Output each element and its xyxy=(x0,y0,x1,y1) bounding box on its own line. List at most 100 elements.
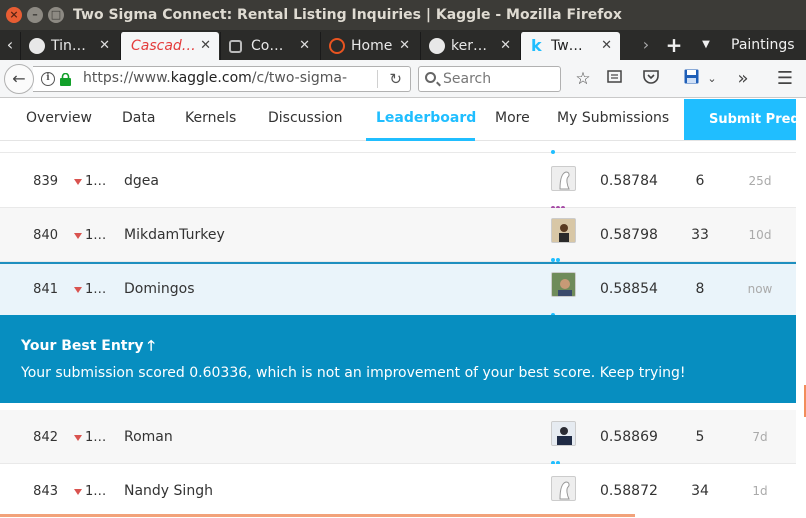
avatar[interactable] xyxy=(551,272,576,297)
bookmark-star-icon[interactable]: ☆ xyxy=(572,69,594,89)
last-submission: 10d xyxy=(748,228,772,242)
window-titlebar: × – □ Two Sigma Connect: Rental Listing … xyxy=(0,0,806,30)
last-submission: now xyxy=(747,282,773,296)
team-name[interactable]: Domingos xyxy=(124,281,195,297)
tab-kernels[interactable]: Kernels xyxy=(185,110,236,126)
rank: 839 xyxy=(33,174,58,189)
url-text[interactable]: https://www.kaggle.com/c/two-sigma- xyxy=(83,70,347,86)
tab-close-icon[interactable]: ✕ xyxy=(601,32,612,60)
entries: 6 xyxy=(695,173,705,189)
navigation-bar: i https://www.kaggle.com/c/two-sigma- ↻ … xyxy=(0,60,806,98)
tier-dots xyxy=(551,450,571,465)
avatar[interactable] xyxy=(551,421,576,446)
tab-home[interactable]: Home ✕ xyxy=(320,32,418,60)
table-row[interactable]: 842 1… Roman 0.58869 5 7d xyxy=(0,410,796,465)
info-icon[interactable]: i xyxy=(41,72,55,86)
hamburger-menu-icon[interactable]: ☰ xyxy=(774,69,796,89)
rank-change: 1… xyxy=(74,484,106,499)
active-tab-underline xyxy=(366,138,475,141)
score: 0.58798 xyxy=(600,227,658,243)
tab-close-icon[interactable]: ✕ xyxy=(200,32,211,60)
table-row[interactable]: 839 1… dgea 0.58784 6 25d xyxy=(0,154,796,210)
team-name[interactable]: MikdamTurkey xyxy=(124,227,225,243)
save-page-icon[interactable] xyxy=(680,69,702,89)
tabs-scroll-right-icon[interactable]: › xyxy=(636,30,656,60)
kaggle-icon: k xyxy=(531,36,542,55)
my-table-row[interactable]: 841 1… Domingos 0.58854 8 now xyxy=(0,262,796,317)
gear-icon xyxy=(229,40,242,53)
ubuntu-icon xyxy=(329,38,345,54)
bookmark-paintings[interactable]: Paintings xyxy=(731,30,795,60)
tab-ker[interactable]: ker… ✕ xyxy=(420,32,519,60)
window-minimize-button[interactable]: – xyxy=(27,7,43,23)
tab-my-submissions[interactable]: My Submissions xyxy=(557,110,669,126)
rank-down-icon xyxy=(74,286,82,293)
best-entry-title[interactable]: Your Best Entry 🡑 xyxy=(21,335,155,359)
new-tab-button[interactable]: + xyxy=(663,30,685,60)
search-icon xyxy=(425,72,436,83)
avatar[interactable] xyxy=(551,166,576,191)
back-button[interactable]: ← xyxy=(4,64,34,94)
team-name[interactable]: Nandy Singh xyxy=(124,483,213,499)
tab-overview[interactable]: Overview xyxy=(26,110,92,126)
team-name[interactable]: Roman xyxy=(124,429,173,445)
reload-icon[interactable]: ↻ xyxy=(389,70,402,88)
tab-bar: ‹ Tin… ✕ Cascad… ✕ Co… ✕ Home ✕ ker… ✕ k… xyxy=(0,30,806,60)
github-icon xyxy=(429,38,445,54)
tier-dots xyxy=(551,195,571,210)
search-input[interactable]: Search xyxy=(418,66,561,92)
rank: 841 xyxy=(33,282,58,297)
rank-down-icon xyxy=(74,434,82,441)
avatar[interactable] xyxy=(551,476,576,501)
table-row[interactable]: 843 1… Nandy Singh 0.58872 34 1d xyxy=(0,464,796,512)
tab-close-icon[interactable]: ✕ xyxy=(99,32,110,60)
overflow-menu-icon[interactable]: » xyxy=(733,69,753,89)
last-submission: 1d xyxy=(752,484,768,498)
save-menu-chevron-down-icon[interactable]: ⌄ xyxy=(704,69,720,89)
score: 0.58872 xyxy=(600,483,658,499)
rank-down-icon xyxy=(74,178,82,185)
tab-close-icon[interactable]: ✕ xyxy=(299,32,310,60)
tabs-scroll-left-icon[interactable]: ‹ xyxy=(0,30,20,60)
tab-close-icon[interactable]: ✕ xyxy=(399,32,410,60)
score: 0.58784 xyxy=(600,173,658,189)
score: 0.58869 xyxy=(600,429,658,445)
submit-predictions-button[interactable]: Submit Predictions xyxy=(684,99,806,140)
avatar[interactable] xyxy=(551,218,576,243)
rank: 842 xyxy=(33,430,58,445)
tab-discussion[interactable]: Discussion xyxy=(268,110,342,126)
rank-down-icon xyxy=(74,232,82,239)
rank-change: 1… xyxy=(74,228,106,243)
tier-dots xyxy=(551,302,571,317)
table-row[interactable] xyxy=(0,142,796,154)
arrow-up-icon: 🡑 xyxy=(147,338,155,354)
best-entry-banner: Your Best Entry 🡑 Your submission scored … xyxy=(0,315,796,403)
rank-change: 1… xyxy=(74,430,106,445)
tab-data[interactable]: Data xyxy=(122,110,155,126)
best-entry-message: Your submission scored 0.60336, which is… xyxy=(21,365,686,381)
window-maximize-button[interactable]: □ xyxy=(48,7,64,23)
tab-tin[interactable]: Tin… ✕ xyxy=(20,32,118,60)
page-load-progress xyxy=(0,514,635,517)
pocket-icon[interactable] xyxy=(640,69,662,89)
lock-icon xyxy=(60,73,71,86)
window-close-button[interactable]: × xyxy=(6,7,22,23)
page-scrollbar[interactable] xyxy=(796,99,806,518)
tab-close-icon[interactable]: ✕ xyxy=(500,32,511,60)
url-bar[interactable]: i https://www.kaggle.com/c/two-sigma- ↻ xyxy=(33,66,411,92)
rank: 843 xyxy=(33,484,58,499)
leaderboard-table: 839 1… dgea 0.58784 6 25d 840 1… MikdamT… xyxy=(0,142,796,512)
window-title: Two Sigma Connect: Rental Listing Inquir… xyxy=(73,7,622,23)
tab-two-sigma[interactable]: k Tw… ✕ xyxy=(520,32,620,60)
table-row[interactable]: 840 1… MikdamTurkey 0.58798 33 10d xyxy=(0,208,796,262)
tab-cascade[interactable]: Cascad… ✕ xyxy=(120,32,219,60)
rank-change: 1… xyxy=(74,174,106,189)
entries: 34 xyxy=(691,483,709,499)
team-name[interactable]: dgea xyxy=(124,173,159,189)
rank-change: 1… xyxy=(74,282,106,297)
tab-co[interactable]: Co… ✕ xyxy=(220,32,318,60)
tab-more[interactable]: More xyxy=(495,110,530,126)
reader-view-icon[interactable] xyxy=(604,69,624,89)
tab-leaderboard[interactable]: Leaderboard xyxy=(376,110,476,126)
list-all-tabs-icon[interactable]: ▼ xyxy=(698,30,714,60)
